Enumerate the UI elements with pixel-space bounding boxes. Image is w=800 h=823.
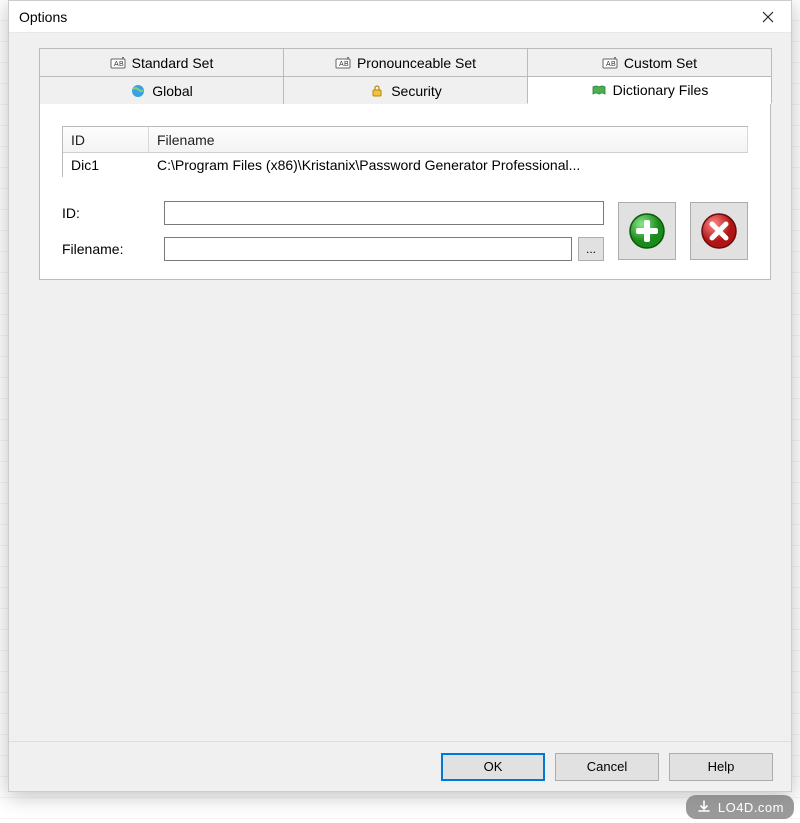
tab-row-1: AB Standard Set AB Pronounceable Set AB … bbox=[39, 47, 771, 75]
id-input[interactable] bbox=[164, 201, 604, 225]
form-area: ID: Filename: ... bbox=[62, 201, 748, 261]
svg-text:B: B bbox=[119, 61, 124, 68]
browse-button[interactable]: ... bbox=[578, 237, 604, 261]
tab-label: Standard Set bbox=[132, 55, 214, 71]
svg-text:B: B bbox=[611, 61, 616, 68]
tab-label: Dictionary Files bbox=[613, 82, 709, 98]
dialog-content: AB Standard Set AB Pronounceable Set AB … bbox=[9, 33, 791, 741]
tab-custom-set[interactable]: AB Custom Set bbox=[527, 48, 772, 76]
listview-body[interactable]: Dic1 C:\Program Files (x86)\Kristanix\Pa… bbox=[63, 153, 748, 177]
tab-standard-set[interactable]: AB Standard Set bbox=[39, 48, 284, 76]
filename-input[interactable] bbox=[164, 237, 572, 261]
filename-label: Filename: bbox=[62, 241, 158, 257]
list-cell-filename: C:\Program Files (x86)\Kristanix\Passwor… bbox=[149, 157, 748, 173]
ab-icon: AB bbox=[110, 55, 126, 71]
fields-grid: ID: Filename: ... bbox=[62, 201, 604, 261]
dialog-button-bar: OK Cancel Help bbox=[9, 741, 791, 791]
tab-panel-dictionary-files: ID Filename Dic1 C:\Program Files (x86)\… bbox=[39, 103, 771, 280]
tab-label: Global bbox=[152, 83, 192, 99]
column-header-id[interactable]: ID bbox=[63, 127, 149, 152]
list-row[interactable]: Dic1 C:\Program Files (x86)\Kristanix\Pa… bbox=[63, 153, 748, 177]
tab-pronounceable-set[interactable]: AB Pronounceable Set bbox=[283, 48, 528, 76]
dictionary-listview[interactable]: ID Filename Dic1 C:\Program Files (x86)\… bbox=[62, 126, 748, 177]
close-button[interactable] bbox=[745, 1, 791, 33]
add-button[interactable] bbox=[618, 202, 676, 260]
column-header-filename[interactable]: Filename bbox=[149, 127, 748, 152]
ab-icon: AB bbox=[335, 55, 351, 71]
tab-dictionary-files[interactable]: Dictionary Files bbox=[527, 76, 772, 104]
book-icon bbox=[591, 82, 607, 98]
remove-button[interactable] bbox=[690, 202, 748, 260]
list-cell-id: Dic1 bbox=[63, 157, 149, 173]
id-label: ID: bbox=[62, 205, 158, 221]
options-dialog: Options AB Standard Set AB Pronounceable… bbox=[8, 0, 792, 792]
tab-row-2: Global Security Dictionary Files bbox=[39, 75, 771, 103]
watermark-text: LO4D.com bbox=[718, 800, 784, 815]
delete-x-icon bbox=[699, 211, 739, 251]
watermark: LO4D.com bbox=[686, 795, 794, 819]
tab-global[interactable]: Global bbox=[39, 76, 284, 104]
tab-label: Pronounceable Set bbox=[357, 55, 476, 71]
lock-icon bbox=[369, 83, 385, 99]
ab-icon: AB bbox=[602, 55, 618, 71]
svg-text:B: B bbox=[344, 61, 349, 68]
cancel-button[interactable]: Cancel bbox=[555, 753, 659, 781]
tab-control: AB Standard Set AB Pronounceable Set AB … bbox=[29, 47, 771, 280]
listview-header: ID Filename bbox=[63, 127, 748, 153]
tab-label: Custom Set bbox=[624, 55, 697, 71]
help-button[interactable]: Help bbox=[669, 753, 773, 781]
tab-label: Security bbox=[391, 83, 442, 99]
tab-security[interactable]: Security bbox=[283, 76, 528, 104]
globe-icon bbox=[130, 83, 146, 99]
window-title: Options bbox=[19, 9, 67, 25]
titlebar: Options bbox=[9, 1, 791, 33]
plus-icon bbox=[627, 211, 667, 251]
ok-button[interactable]: OK bbox=[441, 753, 545, 781]
close-icon bbox=[762, 11, 774, 23]
download-icon bbox=[696, 799, 712, 815]
